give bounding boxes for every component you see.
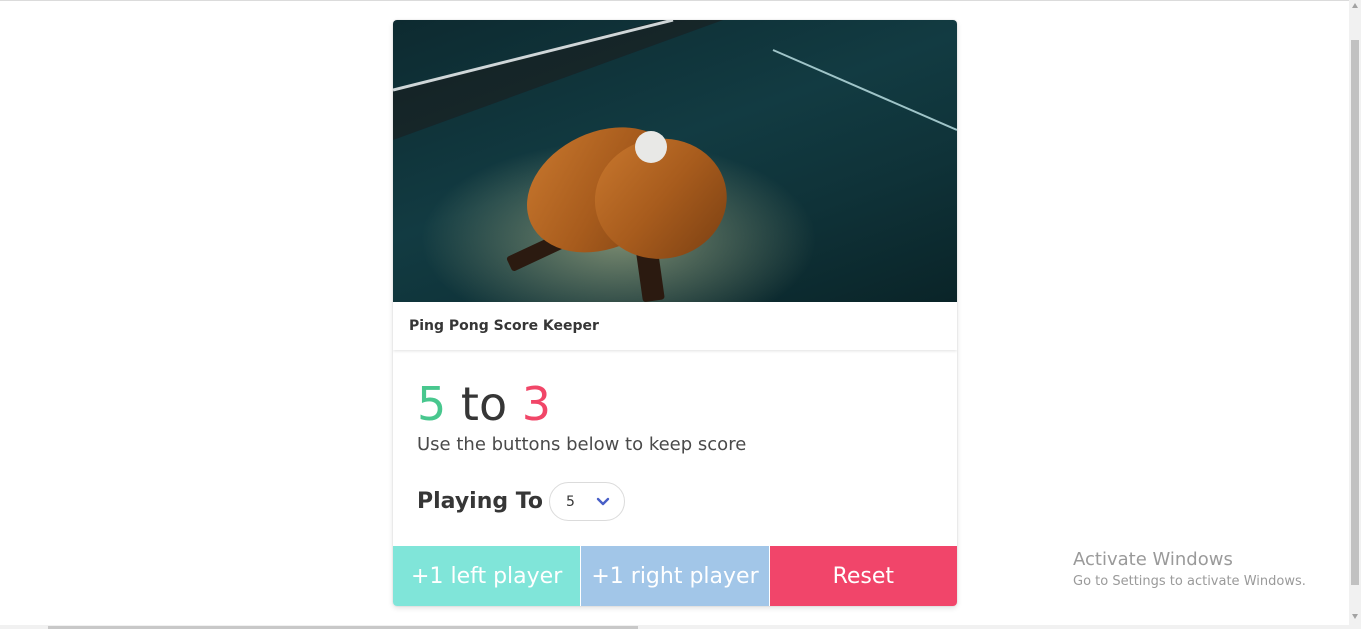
- card-header: Ping Pong Score Keeper: [393, 302, 957, 350]
- reset-button[interactable]: Reset: [769, 546, 957, 606]
- playing-to-label: Playing To: [417, 489, 543, 514]
- score-separator: to: [460, 377, 508, 431]
- top-border: [0, 0, 1349, 1]
- watermark-subtitle: Go to Settings to activate Windows.: [1073, 574, 1306, 589]
- watermark-title: Activate Windows: [1073, 549, 1233, 570]
- windows-activation-watermark: Activate Windows Go to Settings to activ…: [1073, 549, 1306, 589]
- scroll-up-arrow-icon[interactable]: [1351, 2, 1359, 10]
- ping-pong-image: [393, 20, 957, 302]
- score-display: 5 to 3: [417, 376, 551, 432]
- horizontal-scrollbar[interactable]: [0, 625, 1349, 629]
- chevron-down-icon: [596, 497, 610, 506]
- right-player-button[interactable]: +1 right player: [581, 546, 769, 606]
- score-card: Ping Pong Score Keeper 5 to 3 Use the bu…: [393, 20, 957, 606]
- left-score: 5: [417, 377, 447, 431]
- scroll-down-arrow-icon[interactable]: [1351, 612, 1359, 620]
- right-score: 3: [521, 377, 551, 431]
- card-footer: +1 left player +1 right player Reset: [393, 546, 957, 606]
- playing-to-value: 5: [565, 493, 575, 510]
- left-player-button[interactable]: +1 left player: [393, 546, 581, 606]
- playing-to-select[interactable]: 5: [548, 482, 625, 521]
- playing-to-row: Playing To 5: [417, 482, 625, 521]
- instructions-text: Use the buttons below to keep score: [417, 434, 747, 455]
- card-title: Ping Pong Score Keeper: [409, 318, 599, 334]
- vertical-scrollbar[interactable]: [1349, 0, 1361, 629]
- scrollbar-thumb[interactable]: [1351, 40, 1359, 585]
